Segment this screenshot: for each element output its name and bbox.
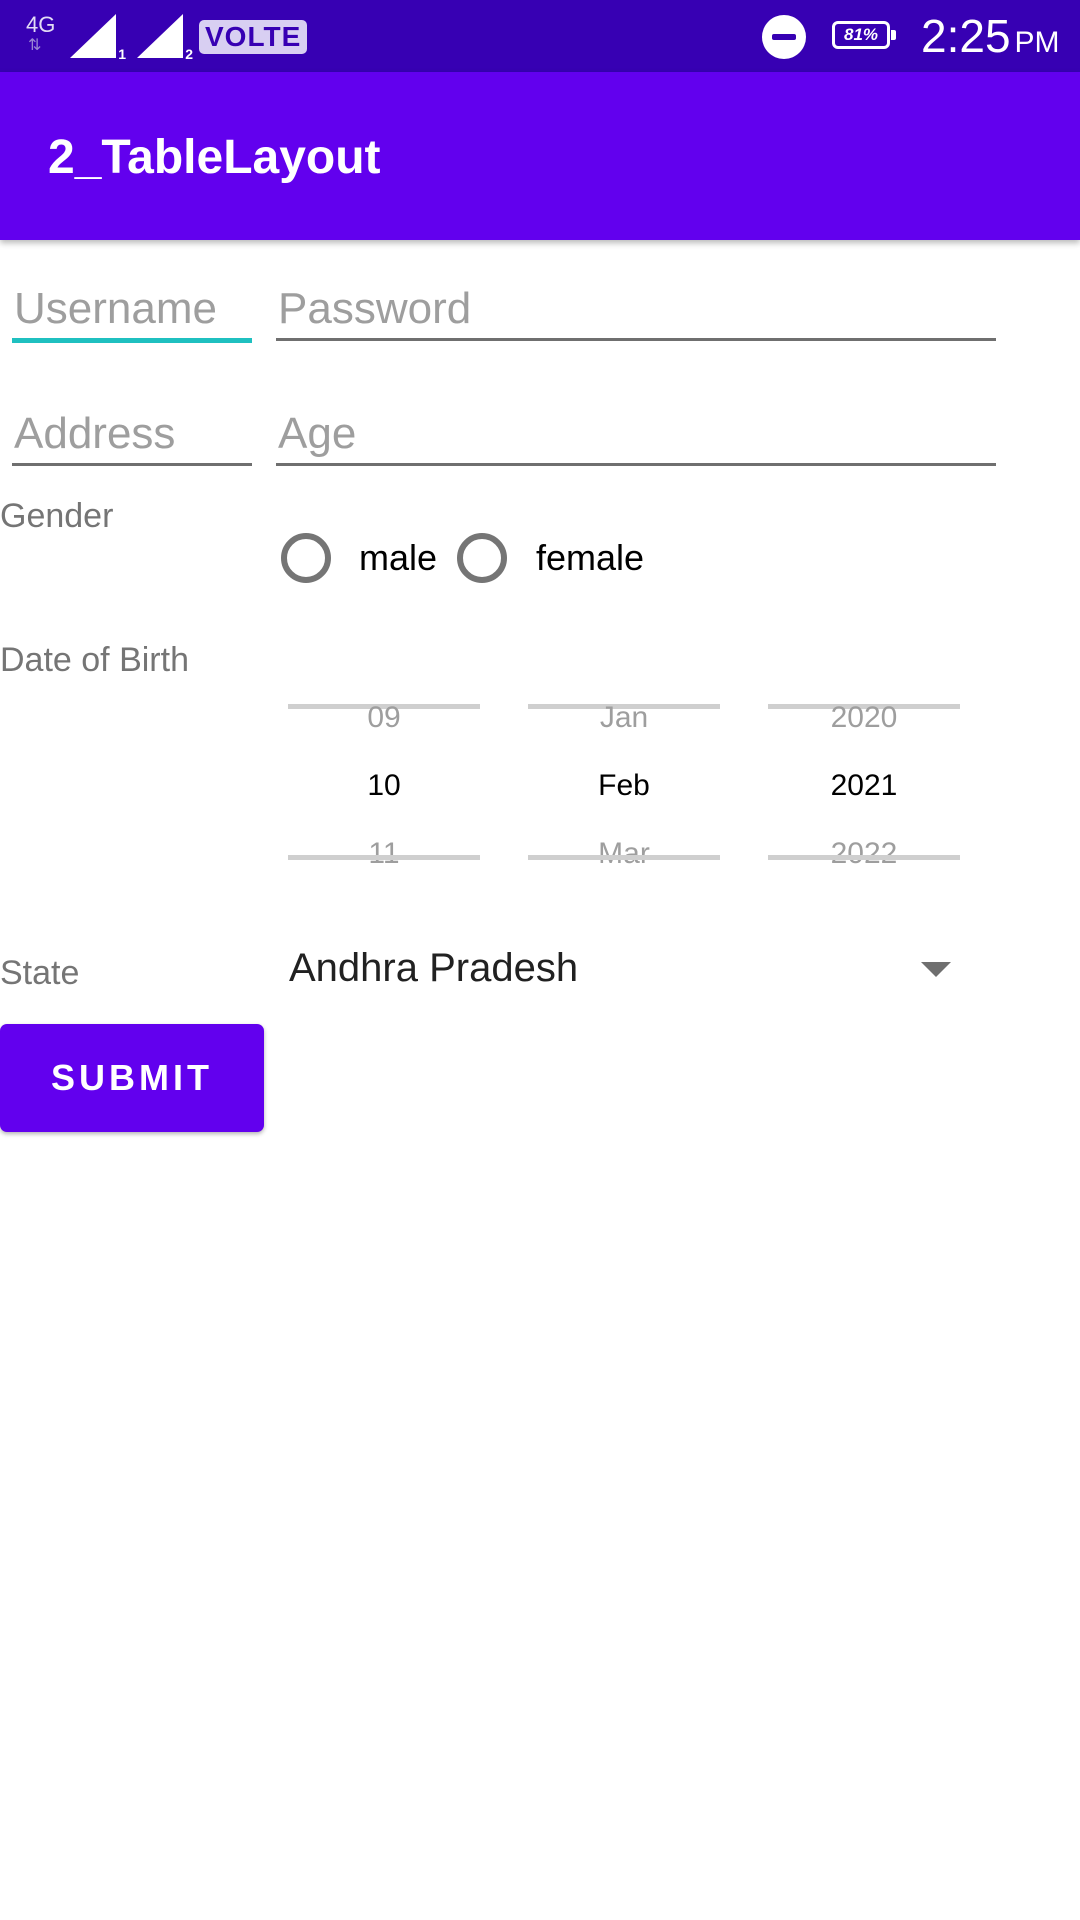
dnd-icon [762, 15, 806, 59]
picker-divider [528, 855, 720, 860]
state-label: State [0, 954, 80, 992]
username-underline [12, 338, 252, 343]
picker-divider [288, 855, 480, 860]
clock-ampm: PM [1014, 26, 1060, 59]
radio-female[interactable]: female [457, 533, 677, 593]
day-current: 10 [367, 769, 401, 802]
dropdown-arrow-icon [921, 962, 951, 977]
radio-circle [281, 533, 331, 583]
radio-male[interactable]: male [281, 533, 441, 593]
picker-divider [768, 855, 960, 860]
day-prev: 09 [367, 701, 401, 734]
address-underline [12, 463, 252, 466]
signal-icon: 2 [137, 14, 193, 62]
state-selected: Andhra Pradesh [289, 946, 579, 990]
month-current: Feb [598, 769, 650, 802]
username-field[interactable]: Username [12, 280, 252, 343]
year-picker[interactable]: 2020 2021 2022 [768, 700, 960, 870]
battery-level: 81% [843, 25, 879, 44]
day-next: 11 [368, 837, 400, 870]
age-underline [276, 463, 996, 466]
clock: 2:25 PM [921, 10, 1060, 69]
battery-icon: 81% [832, 21, 896, 49]
app-bar: 2_TableLayout [0, 72, 1080, 240]
password-field[interactable]: Password [276, 280, 996, 341]
signal-icon: 1 [70, 14, 126, 62]
network-type-label: 4G [26, 12, 56, 37]
year-current: 2021 [830, 769, 898, 802]
age-field[interactable]: Age [276, 405, 996, 466]
radio-circle [457, 533, 507, 583]
year-next: 2022 [830, 837, 898, 870]
day-picker[interactable]: 09 10 11 [288, 700, 480, 870]
gender-label: Gender [0, 497, 114, 535]
submit-button[interactable]: SUBMIT [0, 1024, 264, 1132]
username-placeholder: Username [14, 284, 217, 333]
month-next: Mar [598, 837, 650, 870]
state-spinner[interactable]: Andhra Pradesh [289, 940, 959, 1000]
age-placeholder: Age [278, 409, 357, 458]
network-activity-icon: ⇅ [28, 37, 43, 54]
address-field[interactable]: Address [12, 405, 252, 466]
radio-male-label: male [359, 537, 438, 578]
year-prev: 2020 [830, 701, 898, 734]
volte-badge: VOLTE [199, 20, 308, 54]
app-title: 2_TableLayout [48, 131, 381, 184]
network-type: 4G ⇅ [26, 12, 56, 54]
sim1-label: 1 [118, 46, 126, 62]
sim2-label: 2 [185, 46, 193, 62]
clock-time: 2:25 [921, 10, 1011, 62]
month-prev: Jan [599, 701, 649, 734]
radio-female-label: female [536, 537, 645, 578]
status-bar: 4G ⇅ 1 2 VOLTE 81% 2:25 PM [0, 0, 1080, 72]
month-picker[interactable]: Jan Feb Mar [528, 700, 720, 870]
password-underline [276, 338, 996, 341]
address-placeholder: Address [14, 409, 176, 458]
dob-label: Date of Birth [0, 641, 189, 679]
password-placeholder: Password [278, 284, 472, 333]
